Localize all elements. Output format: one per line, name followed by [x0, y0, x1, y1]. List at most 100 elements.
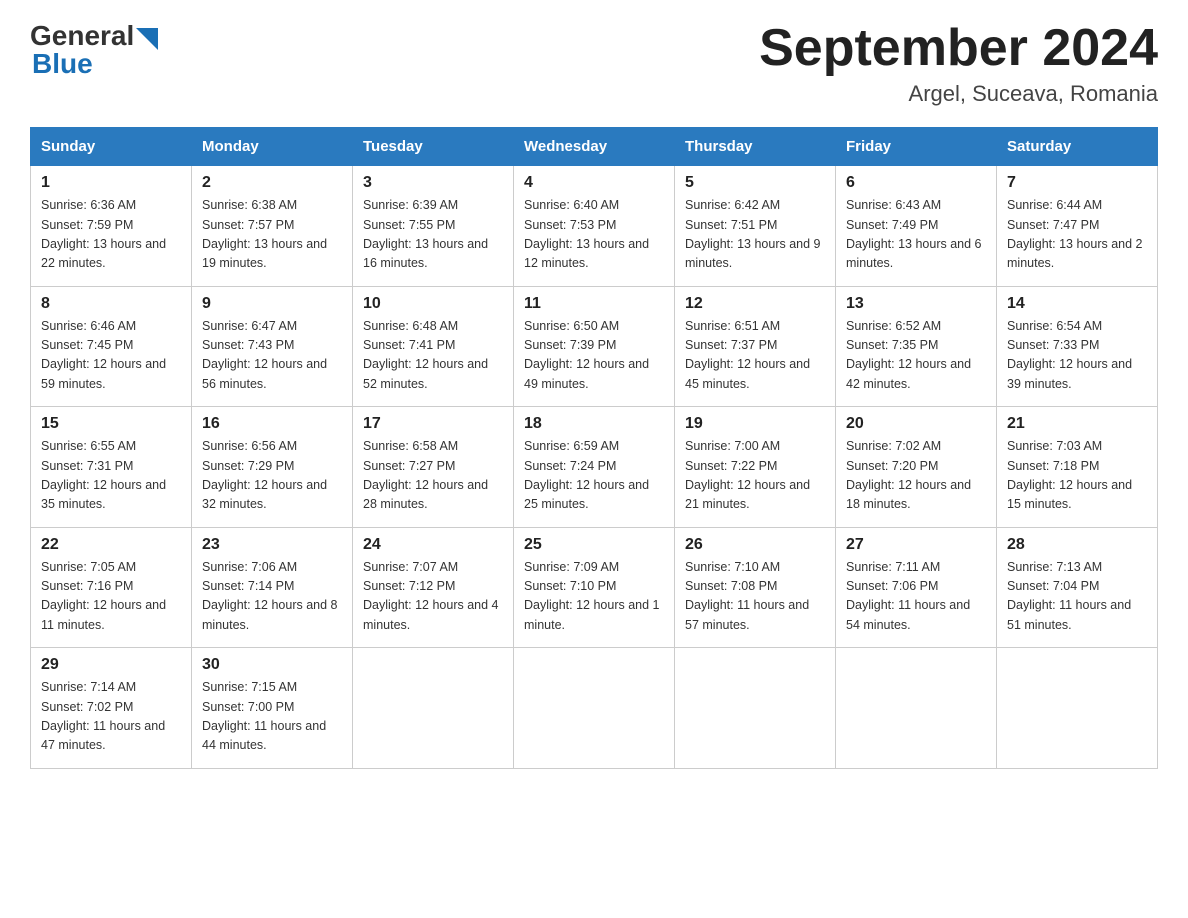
day-cell: 26 Sunrise: 7:10 AMSunset: 7:08 PMDaylig…: [675, 527, 836, 648]
day-cell: [353, 648, 514, 769]
header-wednesday: Wednesday: [514, 128, 675, 166]
week-row-1: 1 Sunrise: 6:36 AMSunset: 7:59 PMDayligh…: [31, 166, 1158, 287]
day-number: 4: [524, 174, 664, 192]
day-info: Sunrise: 7:13 AMSunset: 7:04 PMDaylight:…: [1007, 560, 1131, 632]
day-info: Sunrise: 7:00 AMSunset: 7:22 PMDaylight:…: [685, 439, 810, 511]
day-cell: 10 Sunrise: 6:48 AMSunset: 7:41 PMDaylig…: [353, 286, 514, 407]
day-number: 19: [685, 415, 825, 433]
day-number: 27: [846, 536, 986, 554]
title-block: September 2024 Argel, Suceava, Romania: [759, 20, 1158, 107]
day-cell: 23 Sunrise: 7:06 AMSunset: 7:14 PMDaylig…: [192, 527, 353, 648]
calendar-table: SundayMondayTuesdayWednesdayThursdayFrid…: [30, 127, 1158, 769]
day-info: Sunrise: 6:42 AMSunset: 7:51 PMDaylight:…: [685, 198, 821, 270]
day-cell: 20 Sunrise: 7:02 AMSunset: 7:20 PMDaylig…: [836, 407, 997, 528]
day-cell: 8 Sunrise: 6:46 AMSunset: 7:45 PMDayligh…: [31, 286, 192, 407]
day-cell: 24 Sunrise: 7:07 AMSunset: 7:12 PMDaylig…: [353, 527, 514, 648]
day-number: 20: [846, 415, 986, 433]
day-info: Sunrise: 7:10 AMSunset: 7:08 PMDaylight:…: [685, 560, 809, 632]
day-cell: [997, 648, 1158, 769]
day-number: 24: [363, 536, 503, 554]
day-number: 28: [1007, 536, 1147, 554]
day-number: 10: [363, 295, 503, 313]
day-number: 5: [685, 174, 825, 192]
day-info: Sunrise: 6:56 AMSunset: 7:29 PMDaylight:…: [202, 439, 327, 511]
day-info: Sunrise: 6:50 AMSunset: 7:39 PMDaylight:…: [524, 319, 649, 391]
header-sunday: Sunday: [31, 128, 192, 166]
header-thursday: Thursday: [675, 128, 836, 166]
day-number: 30: [202, 656, 342, 674]
logo: General Blue: [30, 20, 158, 80]
day-info: Sunrise: 6:54 AMSunset: 7:33 PMDaylight:…: [1007, 319, 1132, 391]
week-row-2: 8 Sunrise: 6:46 AMSunset: 7:45 PMDayligh…: [31, 286, 1158, 407]
day-number: 25: [524, 536, 664, 554]
day-number: 15: [41, 415, 181, 433]
day-number: 9: [202, 295, 342, 313]
day-info: Sunrise: 6:36 AMSunset: 7:59 PMDaylight:…: [41, 198, 166, 270]
day-info: Sunrise: 7:06 AMSunset: 7:14 PMDaylight:…: [202, 560, 338, 632]
day-cell: 27 Sunrise: 7:11 AMSunset: 7:06 PMDaylig…: [836, 527, 997, 648]
day-cell: 11 Sunrise: 6:50 AMSunset: 7:39 PMDaylig…: [514, 286, 675, 407]
day-cell: 16 Sunrise: 6:56 AMSunset: 7:29 PMDaylig…: [192, 407, 353, 528]
day-info: Sunrise: 7:11 AMSunset: 7:06 PMDaylight:…: [846, 560, 970, 632]
day-cell: 1 Sunrise: 6:36 AMSunset: 7:59 PMDayligh…: [31, 166, 192, 287]
header-tuesday: Tuesday: [353, 128, 514, 166]
day-cell: 12 Sunrise: 6:51 AMSunset: 7:37 PMDaylig…: [675, 286, 836, 407]
day-cell: 30 Sunrise: 7:15 AMSunset: 7:00 PMDaylig…: [192, 648, 353, 769]
calendar-location: Argel, Suceava, Romania: [759, 81, 1158, 107]
day-cell: 19 Sunrise: 7:00 AMSunset: 7:22 PMDaylig…: [675, 407, 836, 528]
calendar-title: September 2024: [759, 20, 1158, 77]
day-cell: [675, 648, 836, 769]
week-row-5: 29 Sunrise: 7:14 AMSunset: 7:02 PMDaylig…: [31, 648, 1158, 769]
day-info: Sunrise: 6:39 AMSunset: 7:55 PMDaylight:…: [363, 198, 488, 270]
day-cell: 2 Sunrise: 6:38 AMSunset: 7:57 PMDayligh…: [192, 166, 353, 287]
day-cell: [514, 648, 675, 769]
day-cell: 5 Sunrise: 6:42 AMSunset: 7:51 PMDayligh…: [675, 166, 836, 287]
day-cell: 7 Sunrise: 6:44 AMSunset: 7:47 PMDayligh…: [997, 166, 1158, 287]
day-number: 18: [524, 415, 664, 433]
day-number: 14: [1007, 295, 1147, 313]
day-cell: 14 Sunrise: 6:54 AMSunset: 7:33 PMDaylig…: [997, 286, 1158, 407]
day-number: 17: [363, 415, 503, 433]
day-cell: 9 Sunrise: 6:47 AMSunset: 7:43 PMDayligh…: [192, 286, 353, 407]
week-row-4: 22 Sunrise: 7:05 AMSunset: 7:16 PMDaylig…: [31, 527, 1158, 648]
day-number: 29: [41, 656, 181, 674]
day-info: Sunrise: 7:07 AMSunset: 7:12 PMDaylight:…: [363, 560, 499, 632]
day-number: 1: [41, 174, 181, 192]
day-cell: [836, 648, 997, 769]
calendar-body: 1 Sunrise: 6:36 AMSunset: 7:59 PMDayligh…: [31, 166, 1158, 769]
day-cell: 22 Sunrise: 7:05 AMSunset: 7:16 PMDaylig…: [31, 527, 192, 648]
day-info: Sunrise: 6:43 AMSunset: 7:49 PMDaylight:…: [846, 198, 982, 270]
calendar-header-row: SundayMondayTuesdayWednesdayThursdayFrid…: [31, 128, 1158, 166]
day-info: Sunrise: 6:51 AMSunset: 7:37 PMDaylight:…: [685, 319, 810, 391]
day-number: 11: [524, 295, 664, 313]
day-info: Sunrise: 7:03 AMSunset: 7:18 PMDaylight:…: [1007, 439, 1132, 511]
day-cell: 18 Sunrise: 6:59 AMSunset: 7:24 PMDaylig…: [514, 407, 675, 528]
day-info: Sunrise: 6:59 AMSunset: 7:24 PMDaylight:…: [524, 439, 649, 511]
day-cell: 25 Sunrise: 7:09 AMSunset: 7:10 PMDaylig…: [514, 527, 675, 648]
day-cell: 21 Sunrise: 7:03 AMSunset: 7:18 PMDaylig…: [997, 407, 1158, 528]
day-info: Sunrise: 6:44 AMSunset: 7:47 PMDaylight:…: [1007, 198, 1143, 270]
day-number: 6: [846, 174, 986, 192]
day-cell: 13 Sunrise: 6:52 AMSunset: 7:35 PMDaylig…: [836, 286, 997, 407]
day-info: Sunrise: 6:46 AMSunset: 7:45 PMDaylight:…: [41, 319, 166, 391]
day-info: Sunrise: 6:40 AMSunset: 7:53 PMDaylight:…: [524, 198, 649, 270]
day-number: 12: [685, 295, 825, 313]
day-number: 16: [202, 415, 342, 433]
day-cell: 6 Sunrise: 6:43 AMSunset: 7:49 PMDayligh…: [836, 166, 997, 287]
day-info: Sunrise: 6:48 AMSunset: 7:41 PMDaylight:…: [363, 319, 488, 391]
day-number: 21: [1007, 415, 1147, 433]
header-monday: Monday: [192, 128, 353, 166]
day-info: Sunrise: 7:05 AMSunset: 7:16 PMDaylight:…: [41, 560, 166, 632]
header-saturday: Saturday: [997, 128, 1158, 166]
day-number: 26: [685, 536, 825, 554]
day-info: Sunrise: 6:58 AMSunset: 7:27 PMDaylight:…: [363, 439, 488, 511]
logo-blue-text: Blue: [32, 48, 93, 80]
day-cell: 28 Sunrise: 7:13 AMSunset: 7:04 PMDaylig…: [997, 527, 1158, 648]
day-info: Sunrise: 6:55 AMSunset: 7:31 PMDaylight:…: [41, 439, 166, 511]
day-info: Sunrise: 7:14 AMSunset: 7:02 PMDaylight:…: [41, 680, 165, 752]
day-cell: 17 Sunrise: 6:58 AMSunset: 7:27 PMDaylig…: [353, 407, 514, 528]
day-info: Sunrise: 7:15 AMSunset: 7:00 PMDaylight:…: [202, 680, 326, 752]
day-cell: 29 Sunrise: 7:14 AMSunset: 7:02 PMDaylig…: [31, 648, 192, 769]
day-number: 23: [202, 536, 342, 554]
day-number: 22: [41, 536, 181, 554]
